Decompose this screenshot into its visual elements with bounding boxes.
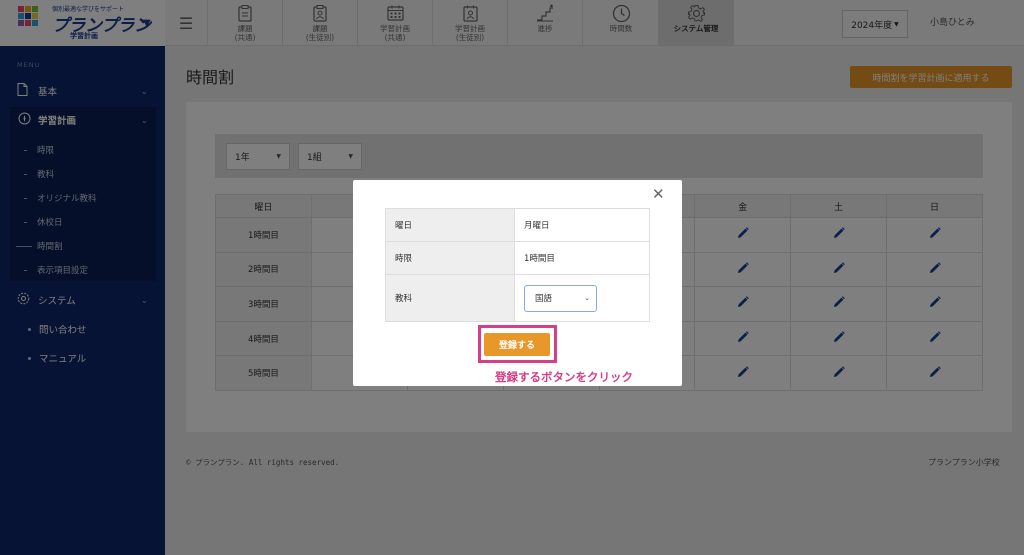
- subject-select-value: 国語: [535, 294, 553, 304]
- table-row: 教科 国語 ⌄: [385, 274, 650, 322]
- table-row: 曜日 月曜日: [385, 208, 650, 242]
- modal-detail-table: 曜日 月曜日 時限 1時間目 教科 国語 ⌄: [385, 208, 650, 322]
- annotation-hint-text: 登録するボタンをクリック: [495, 370, 633, 384]
- subject-cell: 国語 ⌄: [514, 274, 650, 322]
- period-label: 時限: [385, 241, 515, 275]
- period-value: 1時間目: [514, 241, 650, 275]
- subject-select[interactable]: 国語 ⌄: [524, 284, 597, 312]
- annotation-highlight-box: [478, 325, 557, 363]
- subject-label: 教科: [385, 274, 515, 322]
- close-icon[interactable]: ✕: [652, 185, 665, 203]
- table-row: 時限 1時間目: [385, 241, 650, 275]
- day-value: 月曜日: [514, 208, 650, 242]
- day-label: 曜日: [385, 208, 515, 242]
- chevron-down-icon: ⌄: [584, 294, 590, 302]
